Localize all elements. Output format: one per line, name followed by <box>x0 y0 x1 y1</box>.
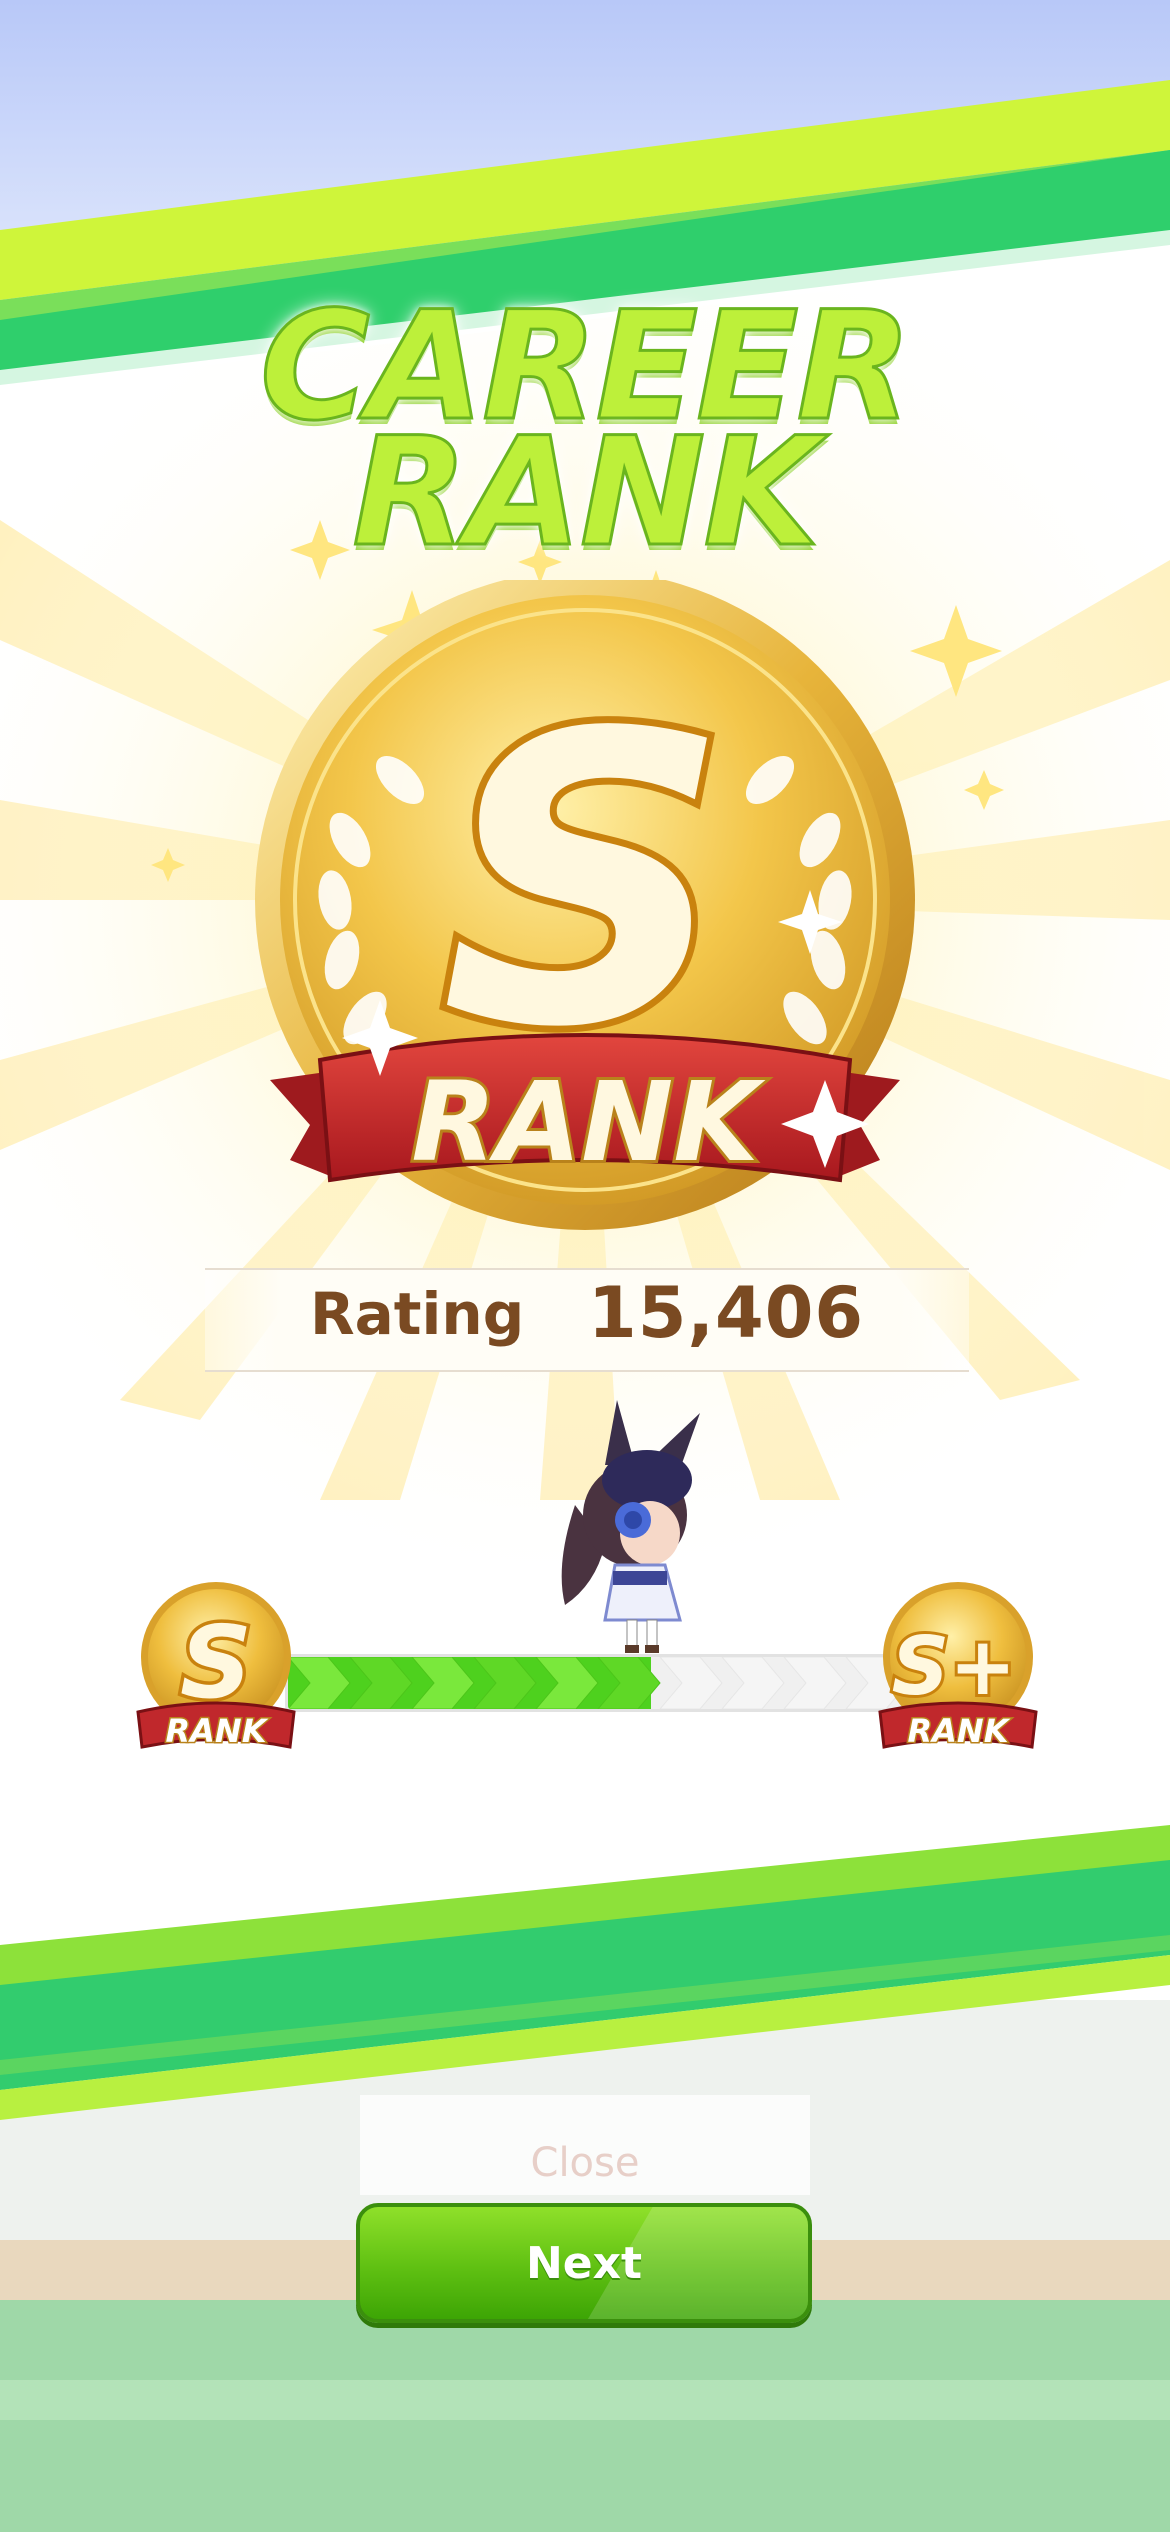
s-rank-medal: S RANK <box>255 580 915 1230</box>
progress-chevron <box>721 1657 785 1709</box>
next-rank-label: RANK <box>908 1712 1011 1750</box>
current-rank-label: RANK <box>166 1712 269 1750</box>
next-rank-letter: S+ <box>892 1620 1017 1713</box>
progress-chevron <box>597 1657 661 1709</box>
progress-chevron <box>535 1657 599 1709</box>
rating-label: Rating <box>310 1280 525 1348</box>
background-close-label: Close <box>530 2140 640 2186</box>
character-progress-marker <box>561 1400 700 1653</box>
progress-chevron <box>411 1657 475 1709</box>
next-button-label: Next <box>525 2237 643 2289</box>
next-button[interactable]: Next <box>356 2203 812 2323</box>
progress-chevron <box>783 1657 847 1709</box>
progress-chevron <box>659 1657 723 1709</box>
medal-ribbon-text: RANK <box>411 1058 766 1186</box>
rank-progress-bar <box>285 1654 906 1712</box>
next-rank-badge: S+ RANK <box>878 1582 1038 1752</box>
progress-chevron <box>349 1657 413 1709</box>
career-title-line2: RANK <box>351 406 821 580</box>
progress-chevron <box>473 1657 537 1709</box>
progress-chevrons <box>288 1657 903 1709</box>
rating-value: 15,406 <box>588 1272 865 1354</box>
current-rank-badge: S RANK <box>136 1582 296 1752</box>
